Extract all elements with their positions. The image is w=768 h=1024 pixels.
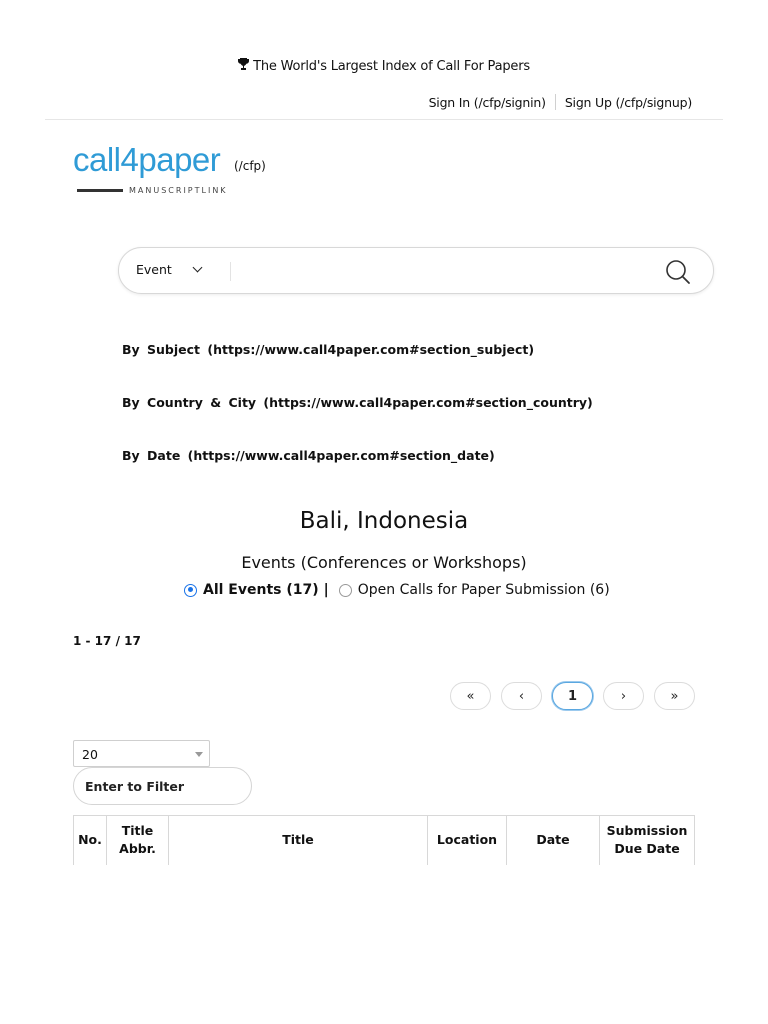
column-header-title[interactable]: Title	[168, 815, 428, 865]
logo-subtext: MANUSCRIPTLINK	[129, 186, 228, 195]
trophy-icon	[238, 58, 250, 73]
page-subtitle: Events (Conferences or Workshops)	[241, 553, 527, 572]
column-header-no[interactable]: No.	[73, 815, 107, 865]
column-header-submission-due[interactable]: Submission Due Date	[599, 815, 695, 865]
column-header-label: Abbr.	[119, 841, 156, 857]
pagination-next-button[interactable]: ›	[603, 682, 644, 710]
logo-subtitle: MANUSCRIPTLINK	[77, 186, 228, 195]
sign-up-link[interactable]: Sign Up (/cfp/signup)	[565, 95, 692, 110]
column-header-label: No.	[78, 831, 102, 847]
page-size-value: 20	[82, 747, 98, 762]
auth-divider	[554, 94, 556, 110]
column-header-label: Submission	[606, 822, 688, 838]
event-filter-radios: All Events (17) | Open Calls for Paper S…	[184, 582, 610, 598]
search-input[interactable]	[239, 257, 639, 285]
caret-down-icon	[195, 752, 203, 757]
radio-all-events[interactable]	[184, 583, 197, 597]
search-type-value: Event	[136, 262, 172, 277]
search-divider	[230, 262, 231, 281]
column-header-label: Date	[536, 831, 570, 847]
radio-all-events-label[interactable]: All Events (17)	[203, 582, 319, 598]
column-header-location[interactable]: Location	[427, 815, 507, 865]
search-type-select[interactable]: Event	[136, 262, 203, 277]
column-header-date[interactable]: Date	[506, 815, 600, 865]
search-bar: Event	[118, 247, 714, 294]
column-header-label: Due Date	[614, 841, 680, 857]
pagination-prev-button[interactable]: ‹	[501, 682, 542, 710]
logo-bar	[77, 189, 123, 192]
column-header-title-abbr[interactable]: Title Abbr.	[106, 815, 169, 865]
banner-text: The World's Largest Index of Call For Pa…	[253, 59, 530, 74]
pagination-first-button[interactable]: «	[450, 682, 491, 710]
column-header-label: Title	[121, 822, 154, 838]
pagination-last-button[interactable]: »	[654, 682, 695, 710]
browse-by-subject-link[interactable]: By Subject (https://www.call4paper.com#s…	[122, 342, 534, 357]
logo-wordmark: call4paper	[73, 141, 221, 178]
events-table: No. Title Abbr. Title Location Date Submi…	[73, 815, 695, 865]
column-header-label: Title	[282, 831, 314, 847]
pagination-page-button[interactable]: 1	[552, 682, 593, 710]
top-banner: The World's Largest Index of Call For Pa…	[0, 58, 768, 74]
table-filter-input[interactable]	[73, 767, 252, 805]
browse-by-date-link[interactable]: By Date (https://www.call4paper.com#sect…	[122, 448, 495, 463]
browse-by-country-link[interactable]: By Country & City (https://www.call4pape…	[122, 395, 593, 410]
sign-in-link[interactable]: Sign In (/cfp/signin)	[429, 95, 546, 110]
auth-links: Sign In (/cfp/signin) Sign Up (/cfp/sign…	[429, 94, 692, 110]
chevron-down-icon	[192, 262, 203, 273]
column-header-label: Location	[436, 831, 498, 847]
search-icon[interactable]	[665, 259, 691, 285]
radio-separator: |	[323, 582, 329, 598]
table-header-row: No. Title Abbr. Title Location Date Submi…	[73, 815, 695, 865]
site-logo[interactable]: call4paper (/cfp) MANUSCRIPTLINK	[73, 141, 266, 195]
logo-cfp-link[interactable]: (/cfp)	[234, 159, 266, 173]
pagination: « ‹ 1 › »	[450, 682, 705, 710]
radio-open-calls-label[interactable]: Open Calls for Paper Submission (6)	[358, 582, 610, 598]
header-divider	[45, 119, 723, 120]
page-title: Bali, Indonesia	[299, 508, 469, 534]
result-count: 1 - 17 / 17	[73, 634, 141, 648]
page-size-select[interactable]: 20	[73, 740, 210, 767]
radio-open-calls[interactable]	[338, 583, 352, 597]
